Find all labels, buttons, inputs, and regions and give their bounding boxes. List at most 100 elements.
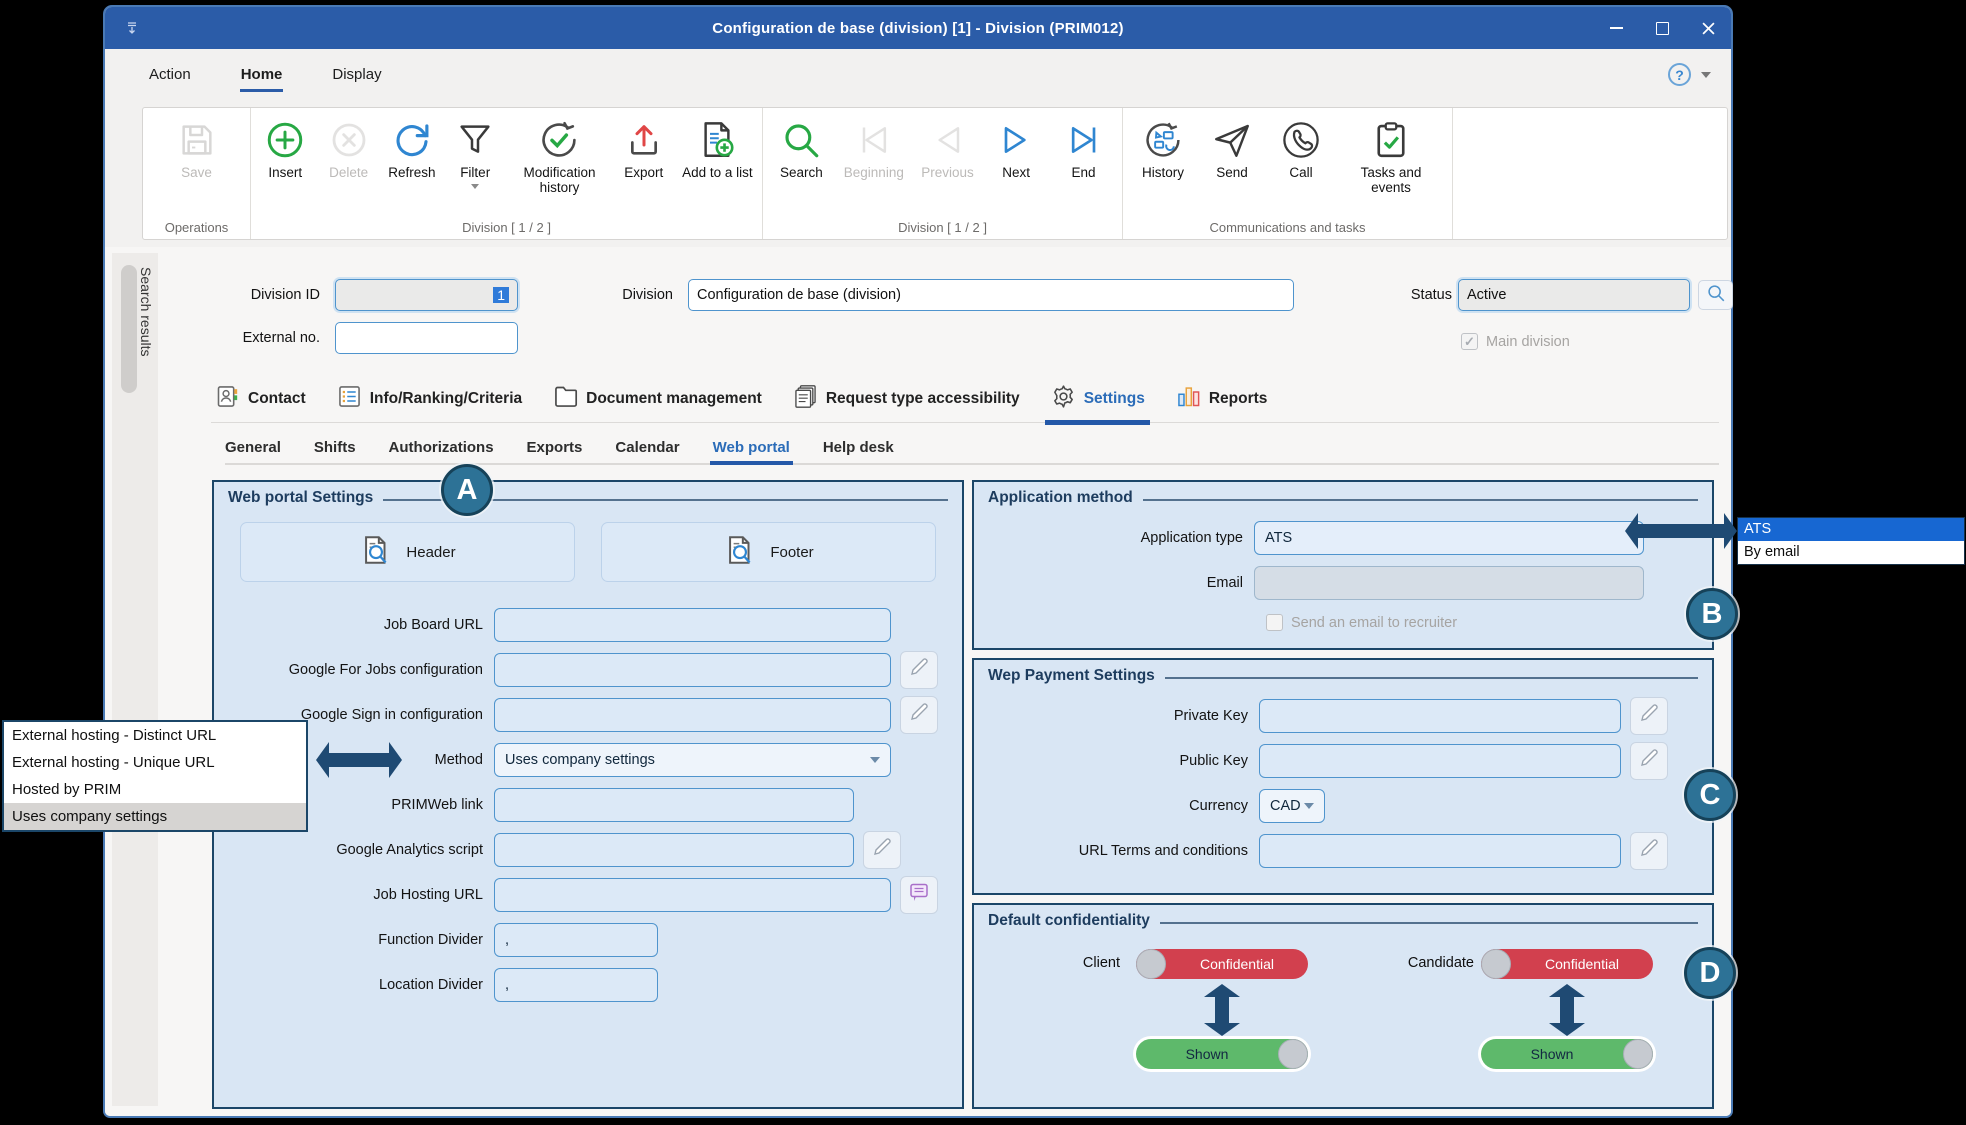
status-value: Active — [1467, 287, 1507, 303]
document-search-icon — [723, 533, 757, 571]
app-window: Configuration de base (division) [1] - D… — [103, 5, 1733, 1118]
menu-item-action[interactable]: Action — [147, 61, 193, 88]
method-popup-item[interactable]: Uses company settings — [4, 803, 306, 830]
subtab-shifts[interactable]: Shifts — [314, 431, 356, 463]
search-results-strip[interactable]: Search results — [112, 253, 158, 1106]
refresh-icon — [391, 116, 433, 164]
application-type-input[interactable]: ATS — [1254, 521, 1644, 555]
ribbon-button-modification-history[interactable]: Modification history — [509, 114, 609, 197]
ribbon-button-next[interactable]: Next — [987, 114, 1045, 182]
ribbon-button-filter[interactable]: Filter — [446, 114, 504, 191]
method-select[interactable]: Uses company settings — [494, 743, 891, 777]
subtab-help-desk[interactable]: Help desk — [823, 431, 894, 463]
footer-button[interactable]: Footer — [601, 522, 936, 582]
method-value: Uses company settings — [505, 752, 655, 768]
url-terms-and-conditions-input[interactable] — [1259, 834, 1621, 868]
application-type-popup-item[interactable]: By email — [1738, 541, 1964, 564]
header-button[interactable]: Header — [240, 522, 575, 582]
ribbon-button-label: Filter — [460, 165, 490, 180]
ribbon-button-tasks-and-events[interactable]: Tasks and events — [1341, 114, 1441, 197]
status-search-button[interactable] — [1698, 280, 1733, 310]
ribbon-button-history[interactable]: History — [1134, 114, 1192, 182]
tab-settings[interactable]: Settings — [1047, 375, 1148, 422]
pencil-icon — [907, 655, 931, 684]
application-type-popup-item[interactable]: ATS — [1738, 518, 1964, 541]
method-popup-item[interactable]: External hosting - Unique URL — [4, 749, 306, 776]
nav-end-icon — [1064, 116, 1104, 164]
client-annotation-arrow — [1204, 984, 1240, 1036]
chevron-down-icon[interactable] — [1701, 72, 1711, 78]
public-key-input[interactable] — [1259, 744, 1621, 778]
google-for-jobs-configuration-input[interactable] — [494, 653, 891, 687]
client-confidential-toggle[interactable]: Confidential — [1136, 949, 1308, 979]
pencil-button[interactable] — [863, 831, 901, 869]
pencil-button[interactable] — [1630, 742, 1668, 780]
tab-label: Info/Ranking/Criteria — [370, 390, 522, 408]
external-no-input[interactable] — [335, 322, 518, 354]
tab-document-management[interactable]: Document management — [549, 375, 765, 422]
status-input[interactable]: Active — [1458, 279, 1690, 311]
ribbon-button-delete: Delete — [320, 114, 378, 182]
ribbon-button-call[interactable]: Call — [1272, 114, 1330, 182]
division-id-input[interactable]: 1 — [335, 279, 518, 311]
ribbon-group-communications-and-tasks: HistorySendCallTasks and events Communica… — [1123, 108, 1453, 239]
google-analytics-script-input[interactable] — [494, 833, 854, 867]
location-divider-input[interactable]: , — [494, 968, 658, 1002]
client-shown-toggle[interactable]: Shown — [1136, 1039, 1308, 1069]
menu-item-home[interactable]: Home — [239, 61, 285, 88]
comment-button[interactable] — [900, 876, 938, 914]
chevron-down-icon[interactable] — [870, 757, 880, 763]
menu-bar: Action Home Display ? — [105, 49, 1731, 100]
menu-item-display[interactable]: Display — [330, 61, 383, 88]
ribbon-button-send[interactable]: Send — [1203, 114, 1261, 182]
tab-info-ranking-criteria[interactable]: Info/Ranking/Criteria — [333, 375, 525, 422]
primweb-link-input[interactable] — [494, 788, 854, 822]
help-icon[interactable]: ? — [1668, 63, 1691, 86]
ribbon-button-add-to-a-list[interactable]: Add to a list — [678, 114, 757, 182]
tab-request-type-accessibility[interactable]: Request type accessibility — [789, 375, 1023, 422]
pencil-button[interactable] — [1630, 832, 1668, 870]
ribbon-group-label: Communications and tasks — [1123, 217, 1452, 239]
minimize-button[interactable] — [1593, 7, 1639, 49]
method-popup-item[interactable]: External hosting - Distinct URL — [4, 722, 306, 749]
side-scrollbar[interactable] — [121, 265, 137, 393]
candidate-shown-toggle[interactable]: Shown — [1481, 1039, 1653, 1069]
chevron-down-icon[interactable] — [471, 184, 479, 189]
tab-contact[interactable]: Contact — [211, 375, 309, 422]
job-board-url-input[interactable] — [494, 608, 891, 642]
pencil-button[interactable] — [1630, 697, 1668, 735]
tab-reports[interactable]: Reports — [1172, 375, 1271, 422]
method-popup-item[interactable]: Hosted by PRIM — [4, 776, 306, 803]
ribbon-group-label: Division [ 1 / 2 ] — [251, 217, 762, 239]
job-hosting-url-input[interactable] — [494, 878, 891, 912]
function-divider-input[interactable]: , — [494, 923, 658, 957]
ribbon-button-refresh[interactable]: Refresh — [383, 114, 441, 182]
subtab-authorizations[interactable]: Authorizations — [389, 431, 494, 463]
subtab-web-portal[interactable]: Web portal — [713, 431, 790, 463]
google-sign-in-configuration-input[interactable] — [494, 698, 891, 732]
tab-label: Request type accessibility — [826, 390, 1020, 408]
ribbon-button-end[interactable]: End — [1055, 114, 1113, 182]
ribbon-button-save: Save — [168, 114, 226, 182]
chevron-down-icon[interactable] — [1304, 803, 1314, 809]
division-input[interactable]: Configuration de base (division) — [688, 279, 1294, 311]
candidate-confidential-toggle[interactable]: Confidential — [1481, 949, 1653, 979]
ribbon-button-export[interactable]: Export — [615, 114, 673, 182]
title-bar: Configuration de base (division) [1] - D… — [105, 7, 1731, 49]
subtab-calendar[interactable]: Calendar — [615, 431, 679, 463]
private-key-input[interactable] — [1259, 699, 1621, 733]
pencil-button[interactable] — [900, 696, 938, 734]
main-division-checkbox[interactable]: ✓ — [1461, 333, 1478, 350]
tab-label: Contact — [248, 390, 306, 408]
currency-select[interactable]: CAD — [1259, 789, 1325, 823]
close-button[interactable] — [1685, 7, 1731, 49]
filter-icon — [455, 116, 495, 164]
nav-previous-icon — [928, 116, 968, 164]
subtab-exports[interactable]: Exports — [527, 431, 583, 463]
maximize-button[interactable] — [1639, 7, 1685, 49]
subtab-general[interactable]: General — [225, 431, 281, 463]
pencil-button[interactable] — [900, 651, 938, 689]
ribbon-button-insert[interactable]: Insert — [256, 114, 314, 182]
toggle-knob — [1481, 949, 1511, 979]
ribbon-button-search[interactable]: Search — [772, 114, 830, 182]
